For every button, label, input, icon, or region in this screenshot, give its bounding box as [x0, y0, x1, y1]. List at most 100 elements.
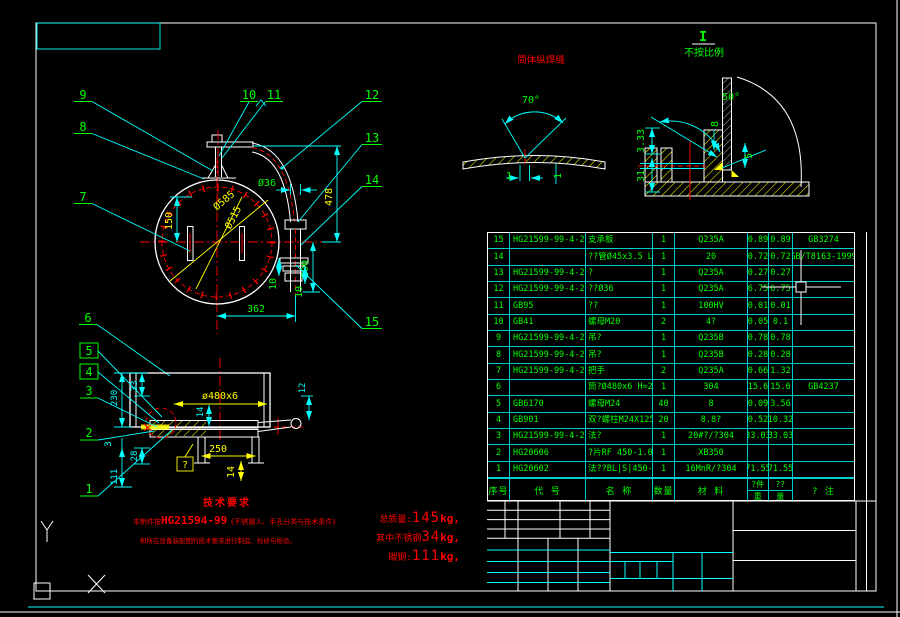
cad-canvas[interactable]: 15 HG21599-99-4-2 支承板 1 Q235A 0.89 0.89 … — [0, 0, 900, 617]
dim-d36: Ø36 — [258, 177, 276, 189]
bom-header-unit-weight: ?件 — [748, 479, 769, 490]
detail-i-scale-note: 不按比例 — [684, 46, 724, 59]
bom-cell-total: 0.27 — [769, 266, 793, 281]
dim-150: 150 — [164, 212, 175, 230]
bom-cell-code: HG21599-99-4-2 — [510, 331, 586, 346]
table-row[interactable]: 1 HG20602 法??BL|S|450-1.0 1 16MnR/?304 7… — [488, 462, 854, 478]
dim-3-33: 3.33 — [636, 129, 647, 153]
bom-cell-name: 筒?Ø480x6 H=220 — [586, 380, 653, 395]
bom-cell-material: 8.8? — [675, 413, 748, 428]
bom-cell-unit: 0.72 — [748, 249, 769, 264]
bom-cell-name: 螺母M24 — [586, 396, 653, 411]
section-view-balloons: 5 4 3 2 1 — [80, 343, 172, 496]
bom-header-name: 名 称 — [586, 479, 653, 502]
bom-cell-no: 8 — [488, 347, 510, 362]
bom-cell-material: XB350 — [675, 445, 748, 460]
bom-cell-name: 支承板 — [586, 233, 653, 248]
bom-cell-total: 71.55 — [769, 462, 793, 477]
bom-cell-qty: 1 — [653, 266, 675, 281]
balloon-8: 8 — [79, 120, 86, 134]
bom-cell-unit: 0.52 — [748, 413, 769, 428]
bom-table[interactable]: 15 HG21599-99-4-2 支承板 1 Q235A 0.89 0.89 … — [487, 232, 855, 501]
table-row[interactable]: 7 HG21599-99-4-2 把手 2 Q235A 0.66 1.32 — [488, 364, 854, 380]
bom-cell-no: 10 — [488, 315, 510, 330]
table-row[interactable]: 8 HG21599-99-4-2 吊? 1 Q235B 0.28 0.28 — [488, 347, 854, 363]
bom-cell-remark — [793, 396, 854, 411]
table-row[interactable]: 2 HG20606 ?片RF 450-1.0 1 XB350 — [488, 445, 854, 461]
bom-cell-material: Q235B — [675, 331, 748, 346]
bom-cell-total: 0.1 — [769, 315, 793, 330]
bom-cell-qty: 1 — [653, 249, 675, 264]
table-row[interactable]: 6 筒?Ø480x6 H=220 1 304 15.6 15.6 GB4237 — [488, 380, 854, 396]
bom-cell-total: 0.89 — [769, 233, 793, 248]
bom-cell-material: Q235A — [675, 364, 748, 379]
dim-root-1: 1 — [553, 173, 564, 179]
bom-cell-no: 5 — [488, 396, 510, 411]
bom-cell-name: 法??BL|S|450-1.0 — [586, 462, 653, 477]
bom-cell-code: HG21599-99-4-2 — [510, 364, 586, 379]
bom-cell-total: 0.01 — [769, 298, 793, 313]
dim-d515: Ø515 — [223, 204, 245, 231]
bom-cell-no: 3 — [488, 429, 510, 444]
table-row[interactable]: 5 GB6170 螺母M24 40 8 0.09 3.56 — [488, 396, 854, 412]
dim-5: 5 — [744, 153, 755, 159]
bom-cell-name: ?? — [586, 298, 653, 313]
table-row[interactable]: 11 GB95 ?? 1 100HV 0.01 0.01 — [488, 298, 854, 314]
bom-cell-name: 双?螺柱M24X125 — [586, 413, 653, 428]
bom-cell-qty: 1 — [653, 380, 675, 395]
bom-cell-code: GB6170 — [510, 396, 586, 411]
dim-8: 8 — [710, 121, 721, 127]
detail-i: I 不按比例 50° 8 5 3 — [636, 30, 809, 200]
bom-cell-total: 0.78 — [769, 331, 793, 346]
front-view: Ø585 Ø515 — [74, 88, 382, 376]
bom-cell-unit: 33.03 — [748, 429, 769, 444]
table-row[interactable]: 4 GB901 双?螺柱M24X125 20 8.8? 0.52 10.32 — [488, 413, 854, 429]
table-row[interactable]: 10 GB41 螺母M20 2 4? 0.05 0.1 — [488, 315, 854, 331]
front-view-dimensions: Ø36 478 200 10 10 150 — [164, 146, 341, 322]
table-row[interactable]: 14 ??管Ø45x3.5 L=100 1 20 0.72 0.72 GB/T8… — [488, 249, 854, 265]
bom-cell-unit: 0.28 — [748, 347, 769, 362]
dim-12: 12 — [298, 383, 308, 394]
balloon-9: 9 — [79, 88, 86, 102]
bom-cell-code: HG21599-99-4-2 — [510, 233, 586, 248]
bom-cell-remark — [793, 347, 854, 362]
bom-header-no: 序号 — [488, 479, 510, 502]
table-row[interactable]: 13 HG21599-99-4-2 ? 1 Q235A 0.27 0.27 — [488, 266, 854, 282]
mass-stainless: 其中不锈钢34kg, — [340, 528, 460, 547]
tech-req-title: 技术要求 — [203, 494, 251, 509]
section-view: ø480x6 250 14 — [80, 343, 313, 496]
seam-label: 筒体纵焊缝 — [517, 54, 565, 66]
bom-cell-remark — [793, 364, 854, 379]
balloon-15: 15 — [365, 315, 379, 329]
bom-cell-no: 6 — [488, 380, 510, 395]
table-row[interactable]: 15 HG21599-99-4-2 支承板 1 Q235A 0.89 0.89 … — [488, 233, 854, 249]
balloon-14: 14 — [365, 173, 379, 187]
bom-cell-unit: 0.89 — [748, 233, 769, 248]
balloon-7: 7 — [79, 190, 86, 204]
bom-cell-total: 6.75 — [769, 282, 793, 297]
bom-header-code: 代 号 — [510, 479, 586, 502]
bom-cell-material: Q235A — [675, 282, 748, 297]
balloon-12: 12 — [365, 88, 379, 102]
bom-cell-name: 把手 — [586, 364, 653, 379]
table-row[interactable]: 12 HG21599-99-4-2 ??Ø36 1 Q235A 6.75 6.7… — [488, 282, 854, 298]
bom-cell-material: 16MnR/?304 — [675, 462, 748, 477]
detail-i-title: I — [699, 30, 707, 45]
bom-rows: 15 HG21599-99-4-2 支承板 1 Q235A 0.89 0.89 … — [488, 233, 854, 478]
dim-33: 33 — [130, 381, 140, 392]
table-row[interactable]: 9 HG21599-99-4-2 吊? 1 Q235B 0.78 0.78 — [488, 331, 854, 347]
table-row[interactable]: 3 HG21599-99-4-2 法? 1 20#?/?304 33.03 33… — [488, 429, 854, 445]
bom-cell-code: GB95 — [510, 298, 586, 313]
bom-cell-unit: 0.78 — [748, 331, 769, 346]
bom-cell-qty: 1 — [653, 429, 675, 444]
davit-arm — [252, 143, 308, 302]
bom-cell-material: 4? — [675, 315, 748, 330]
ucs-icon — [34, 521, 105, 599]
bom-cell-remark — [793, 282, 854, 297]
balloon-10: 10 — [242, 88, 256, 102]
bom-header-weight-char2: 量 — [769, 491, 792, 502]
dim-31: 31 — [636, 170, 647, 182]
balloon-1: 1 — [85, 482, 92, 496]
bom-cell-remark — [793, 298, 854, 313]
bom-header-weight: ?件 ?? 重 量 — [748, 479, 793, 502]
